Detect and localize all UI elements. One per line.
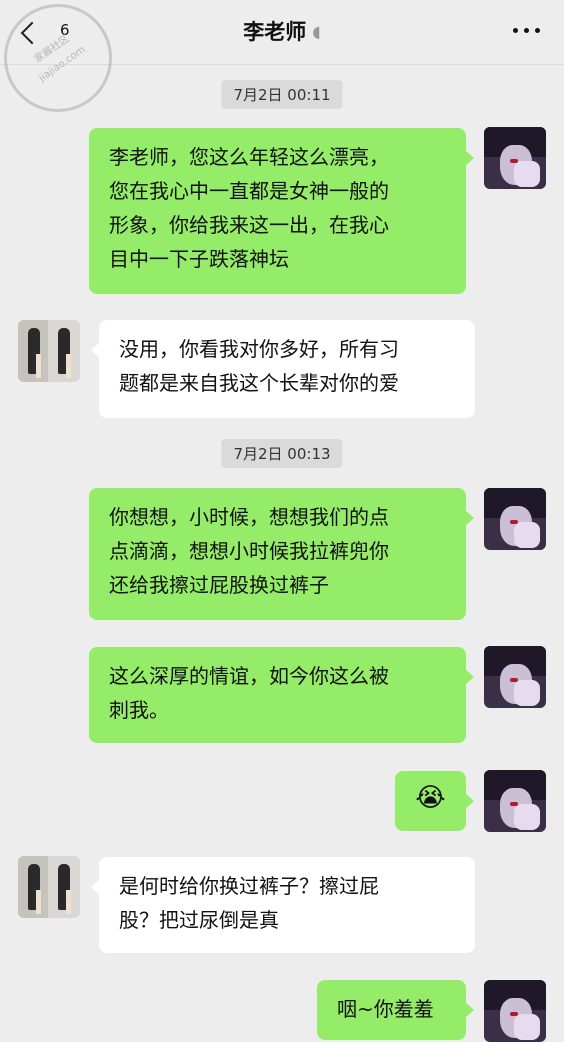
dot-icon: [524, 28, 529, 33]
dot-icon: [535, 28, 540, 33]
message-bubble-sent[interactable]: 你想想，小时候，想想我们的点 点滴滴，想想小时候我拉裤兜你 还给我擦过屁股换过裤…: [89, 488, 474, 620]
message-bubble-sent[interactable]: 咽~你羞羞: [317, 980, 474, 1040]
message-bubble-sent[interactable]: 这么深厚的情谊，如今你这么被 刺我。: [89, 647, 474, 743]
avatar-me[interactable]: [484, 127, 546, 189]
dot-icon: [513, 28, 518, 33]
chat-title: 李老师: [243, 20, 307, 44]
avatar-contact[interactable]: [18, 320, 80, 382]
avatar-me[interactable]: [484, 980, 546, 1042]
message-bubble-sent[interactable]: 😭: [395, 771, 474, 831]
timestamp: 7月2日 00:11: [221, 80, 343, 109]
more-button[interactable]: [513, 28, 540, 33]
message-bubble-received[interactable]: 是何时给你换过裤子？擦过屁 股？把过尿倒是真: [91, 857, 475, 953]
earpiece-icon: ◖: [312, 22, 321, 41]
crying-face-icon: 😭: [415, 783, 446, 813]
message-bubble-received[interactable]: 没用，你看我对你多好，所有习 题都是来自我这个长辈对你的爱: [91, 320, 475, 418]
timestamp: 7月2日 00:13: [221, 439, 343, 468]
avatar-me[interactable]: [484, 646, 546, 708]
avatar-me[interactable]: [484, 488, 546, 550]
avatar-contact[interactable]: [18, 856, 80, 918]
message-bubble-sent[interactable]: 李老师，您这么年轻这么漂亮， 您在我心中一直都是女神一般的 形象，你给我来这一出…: [89, 128, 474, 294]
avatar-me[interactable]: [484, 770, 546, 832]
